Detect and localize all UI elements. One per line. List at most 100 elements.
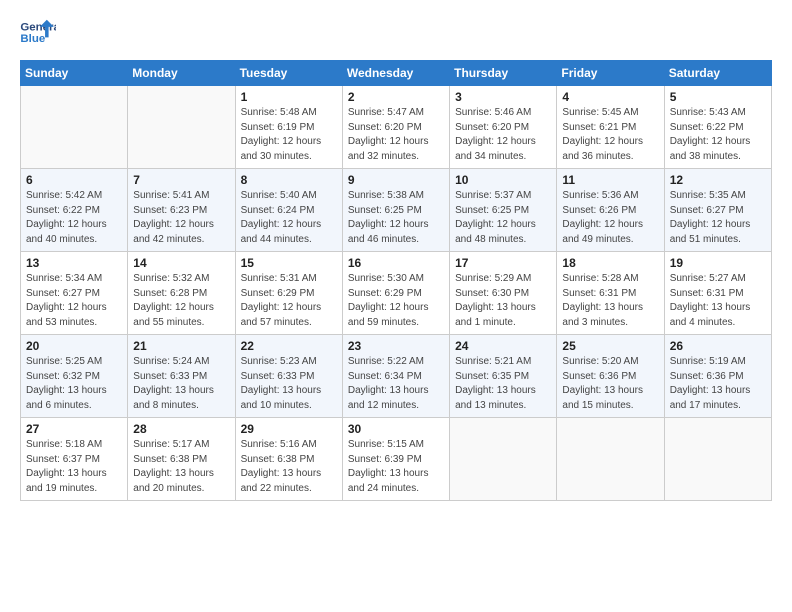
calendar-cell: 30 Sunrise: 5:15 AM Sunset: 6:39 PM Dayli… (342, 418, 449, 501)
day-number: 29 (241, 422, 337, 436)
day-info: Sunrise: 5:25 AM Sunset: 6:32 PM Dayligh… (26, 355, 122, 413)
day-number: 16 (348, 256, 444, 270)
day-info: Sunrise: 5:35 AM Sunset: 6:27 PM Dayligh… (670, 189, 766, 247)
calendar-cell: 11Sunrise: 5:36 AM Sunset: 6:26 PM Dayli… (557, 169, 664, 252)
day-info: Sunrise: 5:28 AM Sunset: 6:31 PM Dayligh… (562, 272, 658, 330)
day-number: 10 (455, 173, 551, 187)
calendar-header: SundayMondayTuesdayWednesdayThursdayFrid… (21, 61, 772, 86)
calendar-cell: 15 Sunrise: 5:31 AM Sunset: 6:29 PM Dayli… (235, 252, 342, 335)
calendar-cell: 20 Sunrise: 5:25 AM Sunset: 6:32 PM Dayli… (21, 335, 128, 418)
day-info: Sunrise: 5:16 AM Sunset: 6:38 PM Dayligh… (241, 438, 337, 496)
calendar-cell: 21 Sunrise: 5:24 AM Sunset: 6:33 PM Dayli… (128, 335, 235, 418)
weekday-header-saturday: Saturday (664, 61, 771, 86)
day-info: Sunrise: 5:37 AM Sunset: 6:25 PM Dayligh… (455, 189, 551, 247)
day-number: 17 (455, 256, 551, 270)
logo-icon: General Blue (20, 18, 56, 48)
day-number: 4 (562, 90, 658, 104)
calendar-cell: 29 Sunrise: 5:16 AM Sunset: 6:38 PM Dayli… (235, 418, 342, 501)
calendar-cell: 6 Sunrise: 5:42 AM Sunset: 6:22 PM Daylig… (21, 169, 128, 252)
svg-text:Blue: Blue (20, 33, 45, 45)
day-info: Sunrise: 5:42 AM Sunset: 6:22 PM Dayligh… (26, 189, 122, 247)
day-info: Sunrise: 5:45 AM Sunset: 6:21 PM Dayligh… (562, 106, 658, 164)
header: General Blue (20, 18, 772, 48)
calendar-cell: 27 Sunrise: 5:18 AM Sunset: 6:37 PM Dayli… (21, 418, 128, 501)
calendar-cell: 16Sunrise: 5:30 AM Sunset: 6:29 PM Dayli… (342, 252, 449, 335)
day-number: 15 (241, 256, 337, 270)
svg-text:General: General (20, 21, 56, 33)
day-number: 9 (348, 173, 444, 187)
day-number: 14 (133, 256, 229, 270)
calendar-cell: 28 Sunrise: 5:17 AM Sunset: 6:38 PM Dayli… (128, 418, 235, 501)
weekday-header-friday: Friday (557, 61, 664, 86)
day-info: Sunrise: 5:36 AM Sunset: 6:26 PM Dayligh… (562, 189, 658, 247)
day-number: 12 (670, 173, 766, 187)
calendar-cell (128, 86, 235, 169)
day-info: Sunrise: 5:48 AM Sunset: 6:19 PM Dayligh… (241, 106, 337, 164)
calendar-cell: 4 Sunrise: 5:45 AM Sunset: 6:21 PM Daylig… (557, 86, 664, 169)
day-number: 24 (455, 339, 551, 353)
day-number: 5 (670, 90, 766, 104)
day-info: Sunrise: 5:29 AM Sunset: 6:30 PM Dayligh… (455, 272, 551, 330)
day-info: Sunrise: 5:40 AM Sunset: 6:24 PM Dayligh… (241, 189, 337, 247)
day-info: Sunrise: 5:34 AM Sunset: 6:27 PM Dayligh… (26, 272, 122, 330)
calendar-cell: 12 Sunrise: 5:35 AM Sunset: 6:27 PM Dayli… (664, 169, 771, 252)
day-info: Sunrise: 5:31 AM Sunset: 6:29 PM Dayligh… (241, 272, 337, 330)
calendar-cell: 3 Sunrise: 5:46 AM Sunset: 6:20 PM Daylig… (450, 86, 557, 169)
day-info: Sunrise: 5:19 AM Sunset: 6:36 PM Dayligh… (670, 355, 766, 413)
day-info: Sunrise: 5:38 AM Sunset: 6:25 PM Dayligh… (348, 189, 444, 247)
day-info: Sunrise: 5:15 AM Sunset: 6:39 PM Dayligh… (348, 438, 444, 496)
day-number: 7 (133, 173, 229, 187)
calendar-cell: 23Sunrise: 5:22 AM Sunset: 6:34 PM Dayli… (342, 335, 449, 418)
calendar-cell: 9 Sunrise: 5:38 AM Sunset: 6:25 PM Daylig… (342, 169, 449, 252)
weekday-header-sunday: Sunday (21, 61, 128, 86)
page: General Blue SundayMondayTuesdayWednesda… (0, 0, 792, 612)
calendar-week-2: 6 Sunrise: 5:42 AM Sunset: 6:22 PM Daylig… (21, 169, 772, 252)
calendar-week-5: 27 Sunrise: 5:18 AM Sunset: 6:37 PM Dayli… (21, 418, 772, 501)
calendar-cell (21, 86, 128, 169)
calendar-cell (450, 418, 557, 501)
day-number: 8 (241, 173, 337, 187)
calendar-table: SundayMondayTuesdayWednesdayThursdayFrid… (20, 60, 772, 501)
calendar-cell: 13Sunrise: 5:34 AM Sunset: 6:27 PM Dayli… (21, 252, 128, 335)
calendar-body: 1 Sunrise: 5:48 AM Sunset: 6:19 PM Daylig… (21, 86, 772, 501)
day-number: 3 (455, 90, 551, 104)
day-number: 28 (133, 422, 229, 436)
calendar-cell: 17 Sunrise: 5:29 AM Sunset: 6:30 PM Dayli… (450, 252, 557, 335)
day-info: Sunrise: 5:21 AM Sunset: 6:35 PM Dayligh… (455, 355, 551, 413)
day-info: Sunrise: 5:32 AM Sunset: 6:28 PM Dayligh… (133, 272, 229, 330)
day-info: Sunrise: 5:46 AM Sunset: 6:20 PM Dayligh… (455, 106, 551, 164)
day-number: 20 (26, 339, 122, 353)
calendar-week-3: 13Sunrise: 5:34 AM Sunset: 6:27 PM Dayli… (21, 252, 772, 335)
calendar-cell: 2 Sunrise: 5:47 AM Sunset: 6:20 PM Daylig… (342, 86, 449, 169)
day-number: 26 (670, 339, 766, 353)
day-info: Sunrise: 5:18 AM Sunset: 6:37 PM Dayligh… (26, 438, 122, 496)
weekday-header-monday: Monday (128, 61, 235, 86)
calendar-cell: 5 Sunrise: 5:43 AM Sunset: 6:22 PM Daylig… (664, 86, 771, 169)
day-number: 23 (348, 339, 444, 353)
calendar-cell: 1 Sunrise: 5:48 AM Sunset: 6:19 PM Daylig… (235, 86, 342, 169)
weekday-header-tuesday: Tuesday (235, 61, 342, 86)
day-info: Sunrise: 5:24 AM Sunset: 6:33 PM Dayligh… (133, 355, 229, 413)
calendar-cell: 18 Sunrise: 5:28 AM Sunset: 6:31 PM Dayli… (557, 252, 664, 335)
day-number: 22 (241, 339, 337, 353)
calendar-cell: 19Sunrise: 5:27 AM Sunset: 6:31 PM Dayli… (664, 252, 771, 335)
day-number: 25 (562, 339, 658, 353)
day-info: Sunrise: 5:27 AM Sunset: 6:31 PM Dayligh… (670, 272, 766, 330)
day-number: 18 (562, 256, 658, 270)
day-number: 6 (26, 173, 122, 187)
calendar-cell: 10 Sunrise: 5:37 AM Sunset: 6:25 PM Dayli… (450, 169, 557, 252)
calendar-cell: 14 Sunrise: 5:32 AM Sunset: 6:28 PM Dayli… (128, 252, 235, 335)
day-number: 30 (348, 422, 444, 436)
day-number: 21 (133, 339, 229, 353)
day-info: Sunrise: 5:43 AM Sunset: 6:22 PM Dayligh… (670, 106, 766, 164)
day-number: 1 (241, 90, 337, 104)
calendar-cell: 22 Sunrise: 5:23 AM Sunset: 6:33 PM Dayli… (235, 335, 342, 418)
day-info: Sunrise: 5:20 AM Sunset: 6:36 PM Dayligh… (562, 355, 658, 413)
day-number: 27 (26, 422, 122, 436)
day-info: Sunrise: 5:47 AM Sunset: 6:20 PM Dayligh… (348, 106, 444, 164)
day-info: Sunrise: 5:17 AM Sunset: 6:38 PM Dayligh… (133, 438, 229, 496)
day-info: Sunrise: 5:41 AM Sunset: 6:23 PM Dayligh… (133, 189, 229, 247)
day-number: 2 (348, 90, 444, 104)
day-info: Sunrise: 5:23 AM Sunset: 6:33 PM Dayligh… (241, 355, 337, 413)
calendar-cell: 26 Sunrise: 5:19 AM Sunset: 6:36 PM Dayli… (664, 335, 771, 418)
